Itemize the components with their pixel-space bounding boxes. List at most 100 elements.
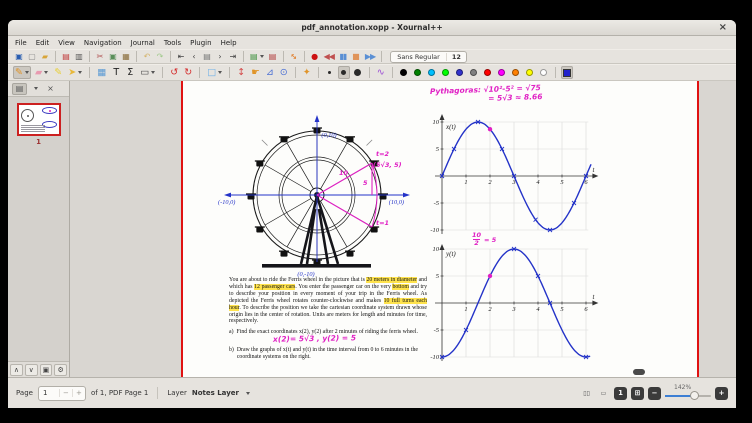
color-light-blue[interactable] [426,66,438,79]
thickness-fine-dot[interactable] [324,66,336,79]
menu-help[interactable]: Help [221,39,237,47]
sidebar-close-icon[interactable]: × [43,83,58,95]
font-selector[interactable]: Sans Regular 12 [390,51,467,63]
highlighter-tool-icon[interactable]: ✎ [52,66,64,79]
copy-icon[interactable]: ▣ [107,50,119,63]
save-icon[interactable]: ▣ [13,50,25,63]
goto-page-icon[interactable]: ▤ [201,50,213,63]
thickness-medium-dot[interactable] [338,66,350,79]
page-decrement-button[interactable]: − [59,389,72,397]
chevron-down-icon[interactable] [34,87,38,90]
select-rectangle-icon[interactable]: □ [205,66,224,79]
page-thumbnail[interactable] [17,103,61,136]
text-tool-icon[interactable]: T [110,66,122,79]
add-page-icon[interactable]: ▤ [248,50,266,63]
undo-icon[interactable]: ↶ [141,50,153,63]
canvas[interactable]: (0,10) (-10,0) (10,0) (0,-10) 10 5 t=2 (… [70,81,736,377]
color-magenta[interactable] [496,66,508,79]
image-tool-icon[interactable]: ▦ [95,66,108,79]
print-icon[interactable]: ▥ [73,50,85,63]
menu-view[interactable]: View [58,39,75,47]
export-pdf-icon[interactable]: ▤ [60,50,72,63]
chevron-down-icon[interactable] [246,392,250,395]
horizontal-scrollbar-thumb[interactable] [633,369,645,375]
page-increment-button[interactable]: + [72,389,85,397]
menu-journal[interactable]: Journal [131,39,155,47]
stop-icon[interactable]: ■ [350,50,362,63]
color-green[interactable] [412,66,424,79]
paste-icon[interactable]: ▦ [120,50,132,63]
color-gray[interactable] [468,66,480,79]
color-chooser-swatch[interactable] [561,66,573,79]
rewind-icon[interactable]: ◀◀ [322,50,336,63]
zoom-original-icon[interactable]: 1 [614,387,627,400]
record-audio-icon[interactable]: ● [309,50,321,63]
color-blue[interactable] [454,66,466,79]
rotate-ccw-icon[interactable]: ↺ [168,66,180,79]
select-object-icon[interactable]: ✦ [301,66,313,79]
color-orange[interactable] [510,66,522,79]
scroll-down-button[interactable]: ∨ [25,364,38,376]
shape-tool-icon[interactable]: ▭ [138,66,157,79]
shape-recognizer-icon[interactable]: ∿ [375,66,387,79]
previous-page-icon[interactable]: ‹ [188,50,200,63]
menu-tools[interactable]: Tools [164,39,181,47]
color-yellow[interactable] [524,66,536,79]
hand-tool-icon[interactable]: ☛ [249,66,262,79]
tex-tool-icon[interactable]: Σ [124,66,136,79]
pause-icon[interactable]: ▮▮ [337,50,349,63]
fullscreen-icon[interactable]: ↔ [288,50,300,63]
last-page-icon[interactable]: ⇥ [227,50,239,63]
chevron-down-icon[interactable] [260,55,264,58]
chevron-down-icon[interactable] [151,71,155,74]
duplicate-page-button[interactable]: ▣ [40,364,53,376]
dual-page-view-icon[interactable]: ▯▯ [580,387,593,400]
chevron-down-icon[interactable] [25,71,29,74]
color-red[interactable] [482,66,494,79]
compass-icon[interactable]: ⊙ [278,66,290,79]
zoom-slider[interactable]: 142% [665,384,711,402]
page-preview-toggle[interactable]: ▤ [12,83,27,95]
color-black[interactable] [398,66,410,79]
menu-navigation[interactable]: Navigation [84,39,122,47]
titlebar[interactable]: pdf_annotation.xopp - Xournal++ × [8,20,736,36]
menu-edit[interactable]: Edit [36,39,50,47]
layer-selector[interactable]: Notes Layer [192,389,239,397]
close-window-icon[interactable]: × [719,22,727,33]
vertical-space-icon[interactable]: ↕ [235,66,247,79]
font-size-value[interactable]: 12 [447,53,466,61]
open-folder-icon[interactable]: ▰ [39,50,51,63]
zoom-in-button[interactable]: + [715,387,728,400]
scroll-up-button[interactable]: ∧ [10,364,23,376]
eraser-tool-icon[interactable]: ▰ [33,66,50,79]
chevron-down-icon[interactable] [78,71,82,74]
redo-icon[interactable]: ↷ [154,50,166,63]
zoom-slider-track[interactable] [665,395,711,397]
zoom-slider-thumb[interactable] [690,391,699,400]
font-family-value[interactable]: Sans Regular [391,53,447,61]
setsquare-icon[interactable]: ⊿ [264,66,276,79]
select-pdf-text-icon[interactable]: ➤ [66,66,84,79]
color-light-green[interactable] [440,66,452,79]
new-document-icon[interactable]: ▢ [26,50,38,63]
pdf-page[interactable]: (0,10) (-10,0) (10,0) (0,-10) 10 5 t=2 (… [181,81,699,377]
thumbnail-settings-button[interactable]: ⚙ [54,364,67,376]
next-page-icon[interactable]: › [214,50,226,63]
fast-forward-icon[interactable]: ▶▶ [363,50,377,63]
thickness-thick-dot[interactable] [352,66,364,79]
page-number-spinbox[interactable]: 1 − + [38,386,86,401]
zoom-fit-icon[interactable]: ⊞ [631,387,644,400]
chevron-down-icon[interactable] [218,71,222,74]
rotate-cw-icon[interactable]: ↻ [182,66,194,79]
page-number-input[interactable]: 1 [39,389,59,397]
first-page-icon[interactable]: ⇤ [175,50,187,63]
cut-icon[interactable]: ✂ [94,50,106,63]
menu-plugin[interactable]: Plugin [190,39,211,47]
chevron-down-icon[interactable] [44,71,48,74]
delete-page-icon[interactable]: ▤ [267,50,279,63]
pen-tool-icon[interactable]: ✎ [13,66,31,79]
color-white[interactable] [538,66,550,79]
presentation-mode-icon[interactable]: ▭ [597,387,610,400]
zoom-out-button[interactable]: − [648,387,661,400]
menu-file[interactable]: File [15,39,27,47]
